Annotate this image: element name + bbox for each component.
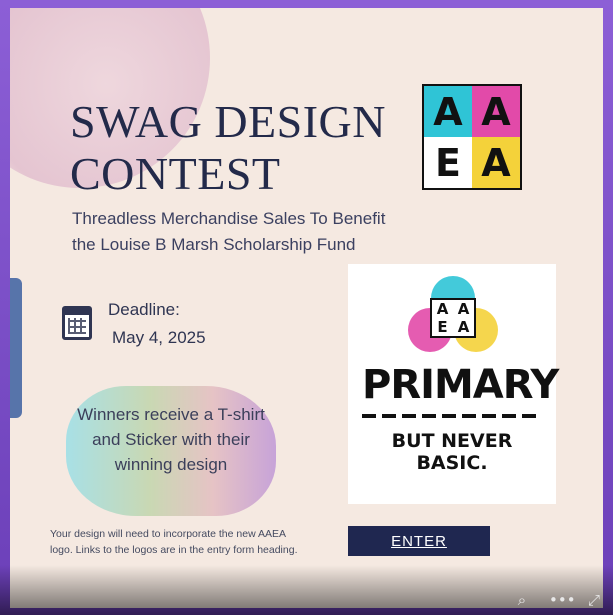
logo-letter: A — [472, 137, 520, 188]
poster-subtitle: Threadless Merchandise Sales To Benefit … — [72, 209, 386, 254]
mini-logo-letter: A — [457, 318, 470, 336]
title-line-1: SWAG DESIGN — [70, 96, 386, 147]
enter-button[interactable]: ENTER — [348, 526, 490, 556]
prize-text: Winners receive a T-shirt and Sticker wi… — [77, 405, 265, 474]
primary-headline: PRIMARY — [362, 362, 559, 408]
primary-card: A A E A PRIMARY BUT NEVER BASIC. — [348, 264, 559, 504]
calendar-icon — [62, 306, 92, 340]
expand-icon[interactable]: ⤢ — [585, 591, 603, 609]
deadline-date: May 4, 2025 — [112, 328, 206, 347]
mini-logo-letter: A — [457, 300, 470, 318]
contest-poster: SWAG DESIGN CONTEST Threadless Merchandi… — [10, 8, 603, 608]
deadline-section: Deadline: May 4, 2025 — [62, 300, 262, 360]
title-line-2: CONTEST — [70, 148, 281, 199]
decorative-edge — [10, 278, 22, 418]
dashed-divider — [362, 414, 542, 418]
logo-letter: A — [424, 86, 472, 137]
deadline-label: Deadline: — [108, 300, 180, 319]
zoom-icon[interactable]: ⌕ — [513, 591, 531, 609]
mini-logo-letter: E — [437, 318, 448, 336]
primary-tagline: BUT NEVER BASIC. — [391, 430, 513, 474]
more-options-icon[interactable]: ••• — [549, 591, 576, 609]
logo-letter: A — [472, 86, 520, 137]
aaea-logo: A A E A — [422, 84, 522, 190]
logo-letter: E — [424, 137, 472, 188]
poster-title: SWAG DESIGN CONTEST — [70, 96, 410, 200]
mini-aaea-logo: A A E A — [408, 276, 498, 354]
viewer-toolbar: ⌕ ••• ⤢ — [513, 591, 603, 609]
mini-logo-letter: A — [436, 300, 449, 318]
logo-footnote: Your design will need to incorporate the… — [50, 528, 298, 556]
